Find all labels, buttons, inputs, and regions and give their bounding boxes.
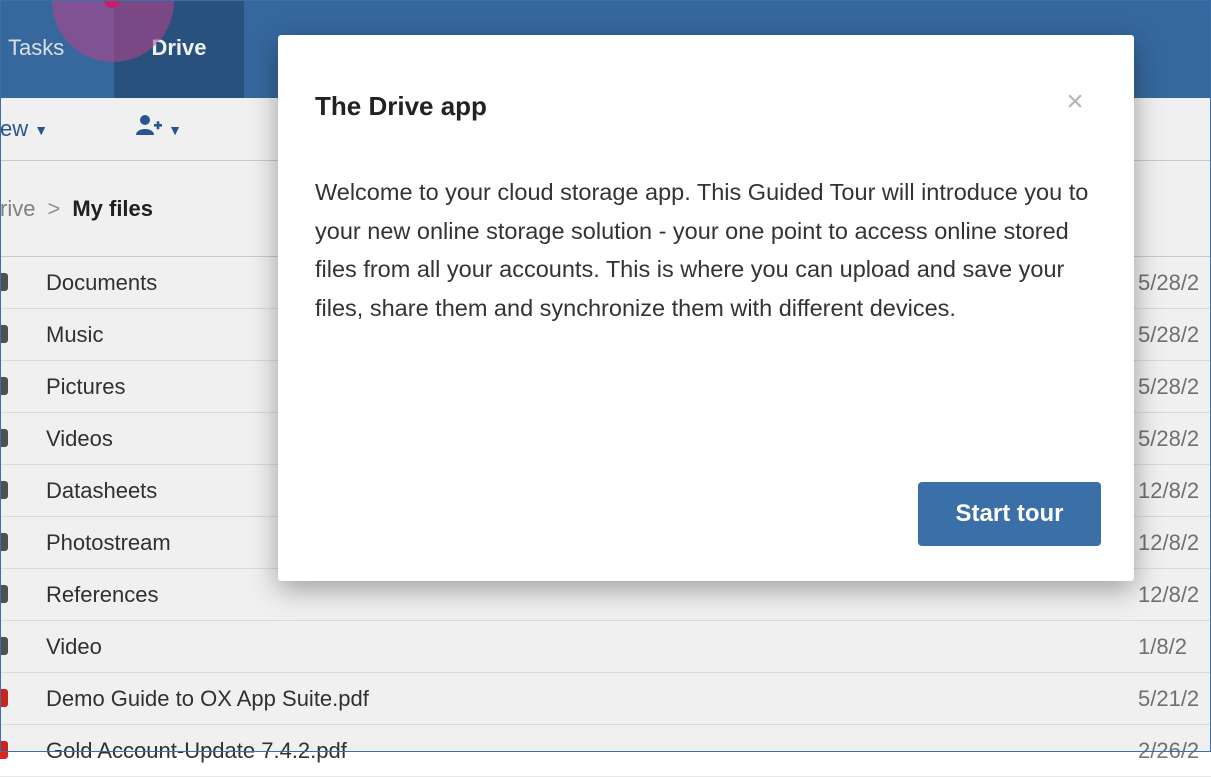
dialog-body-text: Welcome to your cloud storage app. This … — [315, 179, 1089, 321]
guided-tour-dialog: The Drive app × Welcome to your cloud st… — [278, 35, 1134, 581]
start-tour-button[interactable]: Start tour — [918, 482, 1101, 546]
close-icon[interactable]: × — [1060, 87, 1090, 117]
dialog-title: The Drive app — [315, 91, 487, 121]
